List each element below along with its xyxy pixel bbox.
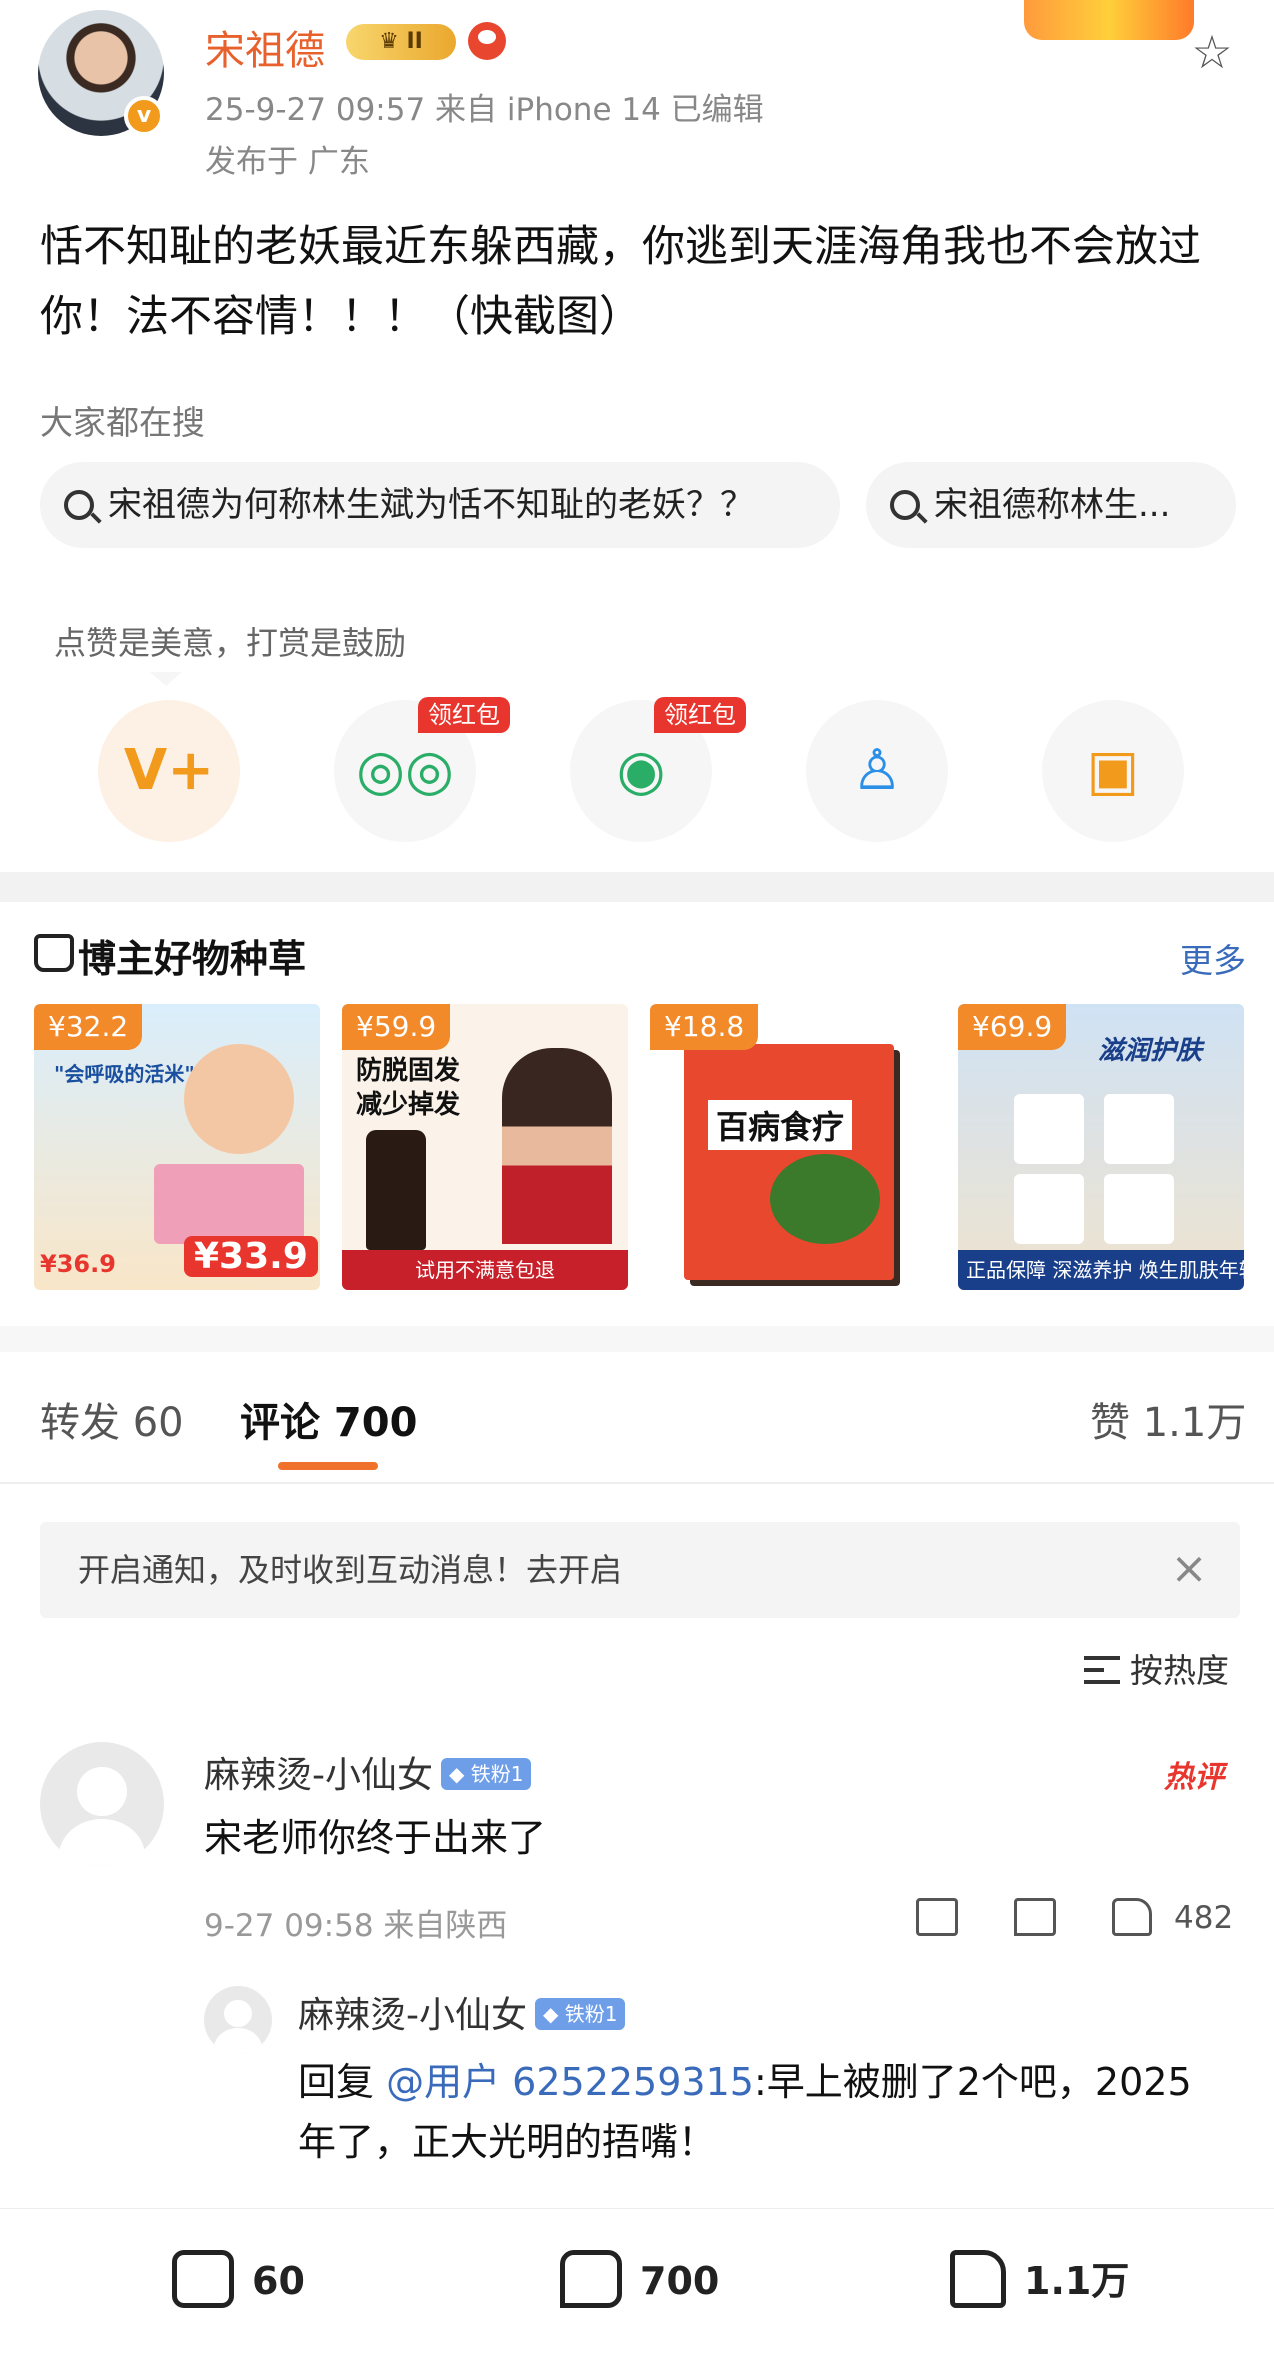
share-arrow-icon <box>172 2250 234 2308</box>
tab-comments[interactable]: 评论 700 <box>240 1390 417 1448</box>
author-name[interactable]: 宋祖德 <box>205 18 325 76</box>
tab-underline <box>278 1462 378 1470</box>
comment-like-count: 482 <box>1174 1900 1234 1936</box>
shop-icon <box>34 934 74 972</box>
product-card-4[interactable]: ¥69.9 滋润护肤 正品保障 深滋养护 焕生肌肤年轻力 <box>958 1004 1244 1290</box>
comment-meta: 9-27 09:58 来自陕西 <box>204 1908 508 1944</box>
product-old-price: ¥36.9 <box>40 1250 116 1278</box>
vip-crown-badge: ♛ II <box>346 24 456 60</box>
reply-mention-link[interactable]: @用户 6252259315 <box>386 2060 754 2104</box>
redpack-badge: 领红包 <box>654 697 746 733</box>
share-section-title: 点赞是美意，打赏是鼓励 <box>54 624 407 662</box>
banner-ad[interactable] <box>1024 0 1194 40</box>
product-jar <box>1104 1174 1174 1244</box>
divider <box>0 1482 1274 1484</box>
repost-comment-icon[interactable] <box>916 1898 958 1936</box>
comment-bubble-icon <box>560 2250 622 2308</box>
commenter-avatar[interactable] <box>40 1742 164 1866</box>
comment-author[interactable]: 麻辣烫-小仙女 ◆ 铁粉1 <box>204 1746 532 1798</box>
like-button[interactable]: 1.1万 <box>950 2250 1129 2308</box>
tooltip-pointer <box>150 672 182 686</box>
post-location: 发布于 广东 <box>205 144 370 180</box>
search-chip-label: 宋祖德称林生... <box>934 485 1171 525</box>
fan-badge: ◆ 铁粉1 <box>441 1758 532 1790</box>
tab-likes[interactable]: 赞 1.1万 <box>1090 1390 1246 1448</box>
notification-banner[interactable]: 开启通知，及时收到互动消息！去开启 <box>40 1522 1240 1618</box>
save-image-button[interactable]: ▣ <box>1042 700 1184 842</box>
product-headline: 防脱固发 减少掉发 <box>356 1056 461 1120</box>
product-headline: 滋润护肤 <box>1098 1036 1203 1066</box>
section-divider <box>0 872 1274 902</box>
verified-badge: v <box>124 96 164 136</box>
repost-button[interactable]: 60 <box>172 2250 305 2308</box>
post-text: 恬不知耻的老妖最近东躲西藏，你逃到天涯海角我也不会放过你！法不容情！！！（快截图… <box>40 222 1201 342</box>
search-chip-1[interactable]: 宋祖德为何称林生斌为恬不知耻的老妖？？ <box>40 462 840 548</box>
reply-comment-icon[interactable] <box>1014 1898 1056 1936</box>
close-icon[interactable]: × <box>1166 1546 1212 1592</box>
vip-level: II <box>406 29 423 54</box>
product-card-2[interactable]: ¥59.9 防脱固发 减少掉发 试用不满意包退 <box>342 1004 628 1290</box>
product-card-3[interactable]: ¥18.8 百病食疗 <box>650 1004 936 1290</box>
product-book-cover <box>684 1044 894 1280</box>
sort-icon <box>1084 1656 1120 1684</box>
like-comment-icon[interactable] <box>1112 1898 1152 1936</box>
comment-count: 700 <box>640 2259 720 2303</box>
product-headline: "会呼吸的活米" <box>54 1062 195 1086</box>
comment-text: 宋老师你终于出来了 <box>204 1816 547 1860</box>
fan-badge: ◆ 铁粉1 <box>535 1998 626 2030</box>
section-divider <box>0 1326 1274 1352</box>
sort-label: 按热度 <box>1130 1651 1229 1690</box>
product-strip: 正品保障 深滋养护 焕生肌肤年轻力 <box>958 1250 1244 1290</box>
shop-more-link[interactable]: 更多 <box>1180 934 1246 982</box>
product-headline: 百病食疗 <box>708 1100 853 1150</box>
product-bottle <box>366 1130 426 1250</box>
qq-share-button[interactable]: ♙ <box>806 700 948 842</box>
repost-count: 60 <box>252 2259 305 2303</box>
product-price: ¥32.2 <box>34 1004 143 1050</box>
reply-text: 回复 @用户 6252259315:早上被删了2个吧，2025年了，正大光明的捂… <box>298 2052 1218 2172</box>
search-icon <box>64 490 94 520</box>
product-image <box>184 1044 294 1154</box>
fan-badge-label: 铁粉1 <box>470 1762 524 1786</box>
redpack-badge: 领红包 <box>418 697 510 733</box>
search-section-title: 大家都在搜 <box>40 403 205 442</box>
product-price: ¥18.8 <box>650 1004 759 1050</box>
reply-prefix: 回复 <box>298 2060 387 2104</box>
like-count: 1.1万 <box>1024 2259 1130 2303</box>
favorite-star-icon[interactable]: ☆ <box>1186 26 1238 78</box>
product-jar <box>1014 1094 1084 1164</box>
search-chip-label: 宋祖德为何称林生斌为恬不知耻的老妖？？ <box>108 485 754 525</box>
mascot-icon <box>468 22 506 60</box>
reward-button[interactable]: V+ <box>98 700 240 842</box>
product-model-image <box>502 1048 612 1244</box>
tab-repost[interactable]: 转发 60 <box>40 1390 184 1448</box>
reply-avatar[interactable] <box>204 1986 272 2054</box>
hot-comment-tag: 热评 <box>1164 1760 1224 1795</box>
qq-icon: ♙ <box>851 738 903 803</box>
reward-v-icon: V+ <box>123 738 215 803</box>
thumbs-up-icon <box>950 2250 1006 2308</box>
product-price: ¥59.9 <box>342 1004 451 1050</box>
comment-button[interactable]: 700 <box>560 2250 719 2308</box>
post-meta: 25-9-27 09:57 来自 iPhone 14 已编辑 <box>205 92 764 128</box>
product-price: ¥69.9 <box>958 1004 1067 1050</box>
product-image <box>770 1154 880 1244</box>
reply-author[interactable]: 麻辣烫-小仙女 ◆ 铁粉1 <box>298 1986 626 2038</box>
product-jar <box>1014 1174 1084 1244</box>
fan-badge-label: 铁粉1 <box>564 2002 618 2026</box>
shop-title: 博主好物种草 <box>78 937 307 981</box>
save-image-icon: ▣ <box>1086 738 1140 803</box>
product-jar <box>1104 1094 1174 1164</box>
product-card-1[interactable]: ¥32.2 "会呼吸的活米" ¥36.9 ¥33.9 <box>34 1004 320 1290</box>
reply-author-name: 麻辣烫-小仙女 <box>298 1995 527 2036</box>
search-chip-2[interactable]: 宋祖德称林生... <box>866 462 1236 548</box>
comment-author-name: 麻辣烫-小仙女 <box>204 1755 433 1796</box>
product-strip: 试用不满意包退 <box>342 1250 628 1290</box>
product-promo-price: ¥33.9 <box>184 1236 318 1277</box>
product-package <box>154 1164 304 1244</box>
search-icon <box>890 490 920 520</box>
sort-by-hot-button[interactable]: 按热度 <box>1084 1644 1229 1692</box>
